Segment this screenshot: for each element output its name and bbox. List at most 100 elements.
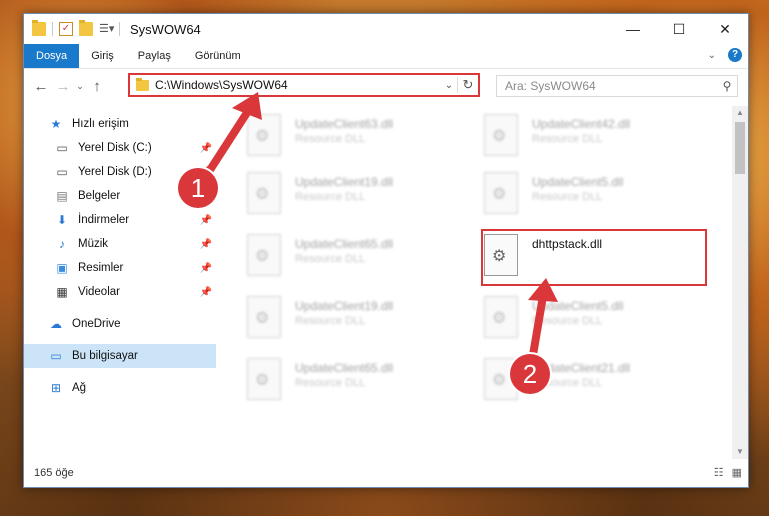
pin-icon[interactable]: 📌 (200, 263, 212, 274)
sidebar-item-label: Ağ (72, 382, 87, 394)
navigation-pane: ★ Hızlı erişim ▭ Yerel Disk (C:) 📌 ▭ Yer… (24, 106, 216, 459)
sidebar-item-quick-access[interactable]: ★ Hızlı erişim (24, 112, 216, 136)
tiles-view-icon[interactable]: ▦ (732, 466, 742, 479)
file-type: Resource DLL (532, 315, 603, 327)
dll-file-icon (247, 114, 281, 156)
up-arrow-icon[interactable]: ↑ (86, 78, 108, 95)
sidebar-item-label: İndirmeler (78, 214, 130, 226)
list-item[interactable]: UpdateClient5.dll Resource DLL (484, 172, 704, 222)
folder-icon (136, 77, 149, 91)
properties-icon[interactable]: ✓ (59, 22, 73, 36)
file-name: UpdateClient42.dll (532, 117, 631, 131)
documents-icon: ▤ (56, 189, 68, 203)
file-type: Resource DLL (295, 315, 366, 327)
drive-icon: ▭ (56, 141, 68, 155)
file-name: UpdateClient65.dll (295, 361, 394, 375)
pin-icon[interactable]: 📌 (200, 143, 212, 154)
recent-locations-chevron-icon[interactable]: ⌄ (74, 81, 86, 92)
dll-file-icon (484, 296, 518, 338)
sidebar-item-network[interactable]: ⊞ Ağ (24, 376, 216, 400)
quick-access-toolbar: ✓ ☰▾ (32, 20, 120, 36)
sidebar-item-downloads[interactable]: ⬇ İndirmeler 📌 (24, 208, 216, 232)
new-folder-icon[interactable] (79, 20, 93, 36)
close-button[interactable]: ✕ (702, 14, 748, 44)
list-item[interactable]: UpdateClient65.dll Resource DLL (247, 234, 467, 284)
sidebar-item-this-pc[interactable]: ▭ Bu bilgisayar (24, 344, 216, 368)
sidebar-item-local-disk-c[interactable]: ▭ Yerel Disk (C:) 📌 (24, 136, 216, 160)
scroll-down-arrow-icon[interactable]: ▼ (732, 445, 748, 459)
address-bar[interactable]: C:\Windows\SysWOW64 ⌄ ↻ (128, 73, 480, 97)
search-icon[interactable]: ⚲ (717, 79, 737, 93)
download-icon: ⬇ (56, 213, 68, 227)
customize-toolbar-icon[interactable]: ☰▾ (99, 22, 114, 36)
tab-giris[interactable]: Giriş (79, 44, 126, 68)
vertical-scrollbar[interactable]: ▲ ▼ (732, 106, 748, 459)
scrollbar-thumb[interactable] (735, 122, 745, 174)
title-bar: ✓ ☰▾ SysWOW64 — ☐ ✕ (24, 14, 748, 44)
sidebar-item-music[interactable]: ♪ Müzik 📌 (24, 232, 216, 256)
target-highlight-box (481, 229, 707, 286)
pictures-icon: ▣ (56, 261, 68, 275)
file-name: UpdateClient63.dll (295, 117, 394, 131)
minimize-button[interactable]: — (610, 14, 656, 44)
help-icon[interactable]: ? (728, 48, 742, 62)
sidebar-item-onedrive[interactable]: ☁ OneDrive (24, 312, 216, 336)
refresh-icon[interactable]: ↻ (457, 77, 478, 93)
dll-file-icon (484, 114, 518, 156)
ribbon-right-controls: ⌄ ? (708, 48, 742, 62)
sidebar-item-label: Yerel Disk (D:) (78, 166, 152, 178)
list-item[interactable]: UpdateClient65.dll Resource DLL (247, 358, 467, 408)
file-type: Resource DLL (532, 133, 603, 145)
list-item[interactable]: UpdateClient19.dll Resource DLL (247, 172, 467, 222)
music-icon: ♪ (59, 237, 65, 251)
file-name: UpdateClient5.dll (532, 175, 624, 189)
file-type: Resource DLL (295, 377, 366, 389)
dll-file-icon (247, 296, 281, 338)
sidebar-item-label: Yerel Disk (C:) (78, 142, 152, 154)
tab-gorunum[interactable]: Görünüm (183, 44, 253, 68)
pin-icon[interactable]: 📌 (200, 239, 212, 250)
sidebar-item-pictures[interactable]: ▣ Resimler 📌 (24, 256, 216, 280)
file-type: Resource DLL (532, 191, 603, 203)
pin-icon[interactable]: 📌 (200, 287, 212, 298)
window-title: SysWOW64 (130, 21, 201, 37)
list-item[interactable]: UpdateClient5.dll Resource DLL (484, 296, 704, 346)
search-input[interactable]: Ara: SysWOW64 (497, 79, 717, 93)
tab-paylas[interactable]: Paylaş (126, 44, 183, 68)
maximize-button[interactable]: ☐ (656, 14, 702, 44)
sidebar-item-label: Videolar (78, 286, 120, 298)
tab-dosya[interactable]: Dosya (24, 44, 80, 68)
list-item[interactable]: UpdateClient63.dll Resource DLL (247, 114, 467, 164)
back-arrow-icon[interactable]: ← (30, 78, 52, 95)
sidebar-item-label: Müzik (78, 238, 109, 250)
pin-icon[interactable]: 📌 (200, 215, 212, 226)
cloud-icon: ☁ (50, 317, 62, 331)
step-2-badge: 2 (510, 354, 550, 394)
dll-file-icon (247, 234, 281, 276)
address-dropdown-chevron-icon[interactable]: ⌄ (441, 80, 457, 91)
file-type: Resource DLL (295, 191, 366, 203)
folder-icon (32, 20, 46, 36)
list-item[interactable]: UpdateClient19.dll Resource DLL (247, 296, 467, 346)
details-view-icon[interactable]: ☷ (714, 466, 724, 479)
scroll-up-arrow-icon[interactable]: ▲ (732, 106, 748, 120)
file-name: UpdateClient65.dll (295, 237, 394, 251)
window-controls: — ☐ ✕ (610, 14, 748, 44)
ribbon-tabs: Dosya Giriş Paylaş Görünüm ⌄ ? (24, 44, 748, 69)
drive-icon: ▭ (56, 165, 68, 179)
file-type: Resource DLL (295, 253, 366, 265)
sidebar-item-videos[interactable]: ▦ Videolar 📌 (24, 280, 216, 304)
address-path[interactable]: C:\Windows\SysWOW64 (155, 78, 441, 92)
search-box[interactable]: Ara: SysWOW64 ⚲ (496, 75, 738, 97)
videos-icon: ▦ (56, 285, 68, 299)
file-explorer-window: ✓ ☰▾ SysWOW64 — ☐ ✕ Dosya Giriş Paylaş G… (23, 13, 749, 488)
sidebar-item-label: Belgeler (78, 190, 121, 202)
dll-file-icon (484, 172, 518, 214)
computer-icon: ▭ (50, 349, 62, 363)
file-type: Resource DLL (295, 133, 366, 145)
dll-file-icon (247, 172, 281, 214)
list-item[interactable]: UpdateClient42.dll Resource DLL (484, 114, 704, 164)
expand-ribbon-chevron-icon[interactable]: ⌄ (708, 50, 716, 61)
sidebar-item-label: Resimler (78, 262, 124, 274)
forward-arrow-icon[interactable]: → (52, 78, 74, 95)
